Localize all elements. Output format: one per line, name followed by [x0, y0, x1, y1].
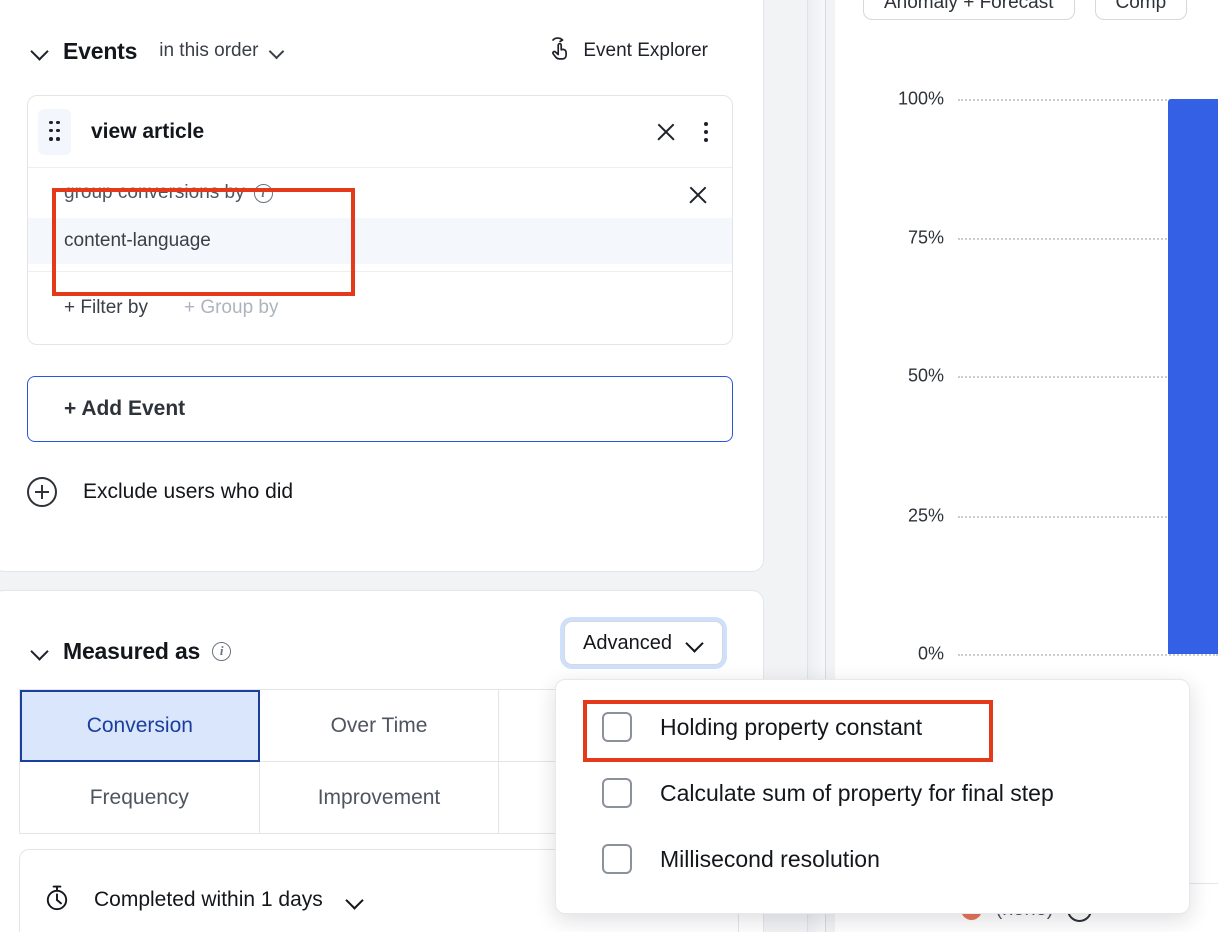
app-root: Events in this order Event Explorer: [0, 0, 1218, 932]
add-event-button[interactable]: + Add Event: [27, 376, 733, 442]
measured-collapse-chevron-icon[interactable]: [29, 640, 51, 662]
ytick-label-0: 0%: [918, 644, 944, 665]
measured-as-title: Measured as: [63, 638, 200, 665]
info-icon[interactable]: i: [212, 642, 231, 661]
events-collapse-chevron-icon[interactable]: [29, 40, 51, 62]
group-conversions-by-label-row: group conversions by i: [28, 168, 732, 218]
measure-option-improvement[interactable]: Improvement: [260, 762, 500, 834]
measure-option-conversion[interactable]: Conversion: [20, 690, 260, 762]
measure-option-frequency[interactable]: Frequency: [20, 762, 260, 834]
close-icon: [652, 118, 680, 146]
exclude-users-label: Exclude users who did: [83, 480, 293, 504]
group-conversions-by-label: group conversions by: [64, 182, 245, 204]
holding-property-constant-item[interactable]: Holding property constant: [556, 694, 1189, 760]
bar-view-article[interactable]: [1168, 99, 1218, 654]
add-group-by-button[interactable]: + Group by: [184, 297, 279, 319]
ytick-label-25: 25%: [908, 506, 944, 527]
bar-chart-plot: 100% 75% 50% 25% 0%: [835, 0, 1218, 690]
remove-group-by-button[interactable]: [684, 181, 712, 209]
calculate-sum-item[interactable]: Calculate sum of property for final step: [556, 760, 1189, 826]
event-order-label: in this order: [159, 40, 258, 62]
remove-event-button[interactable]: [652, 118, 680, 146]
checkbox-holding-property-constant[interactable]: [602, 712, 632, 742]
advanced-item-label: Millisecond resolution: [660, 846, 880, 873]
ytick-label-100: 100%: [898, 89, 944, 110]
checkbox-calculate-sum[interactable]: [602, 778, 632, 808]
chevron-down-icon: [268, 42, 286, 60]
advanced-item-label: Calculate sum of property for final step: [660, 780, 1054, 807]
close-icon: [684, 181, 712, 209]
drag-handle-icon[interactable]: [38, 109, 71, 155]
group-conversions-by-block: group conversions by i content-language: [28, 168, 732, 272]
chevron-down-icon: [686, 634, 704, 652]
event-name: view article: [91, 120, 652, 144]
ytick-label-50: 50%: [908, 366, 944, 387]
checkbox-millisecond-resolution[interactable]: [602, 844, 632, 874]
completed-within-label: Completed within 1 days: [94, 888, 323, 912]
event-explorer-label: Event Explorer: [583, 40, 708, 62]
events-panel: Events in this order Event Explorer: [0, 0, 764, 572]
stopwatch-icon: [42, 883, 72, 918]
event-order-dropdown[interactable]: in this order: [159, 40, 285, 62]
info-icon[interactable]: i: [254, 184, 273, 203]
plus-circle-icon: [27, 477, 57, 507]
advanced-dropdown-button[interactable]: Advanced: [564, 621, 723, 665]
event-options-button[interactable]: [694, 118, 718, 146]
event-header-row: view article: [28, 96, 732, 168]
chevron-down-icon: [345, 890, 365, 910]
advanced-label: Advanced: [583, 632, 672, 655]
events-title: Events: [63, 38, 137, 65]
event-explorer-button[interactable]: Event Explorer: [547, 35, 708, 67]
add-filter-button[interactable]: + Filter by: [64, 297, 148, 319]
event-card: view article group conversions by i cont…: [27, 95, 733, 345]
exclude-users-row[interactable]: Exclude users who did: [27, 477, 293, 507]
measure-option-over-time[interactable]: Over Time: [260, 690, 500, 762]
millisecond-resolution-item[interactable]: Millisecond resolution: [556, 826, 1189, 892]
event-filter-actions: + Filter by + Group by: [28, 272, 732, 344]
tap-hand-icon: [547, 35, 583, 67]
advanced-options-menu: Holding property constant Calculate sum …: [555, 679, 1190, 914]
group-conversions-by-value[interactable]: content-language: [28, 218, 732, 264]
advanced-item-label: Holding property constant: [660, 714, 922, 741]
ytick-label-75: 75%: [908, 228, 944, 249]
